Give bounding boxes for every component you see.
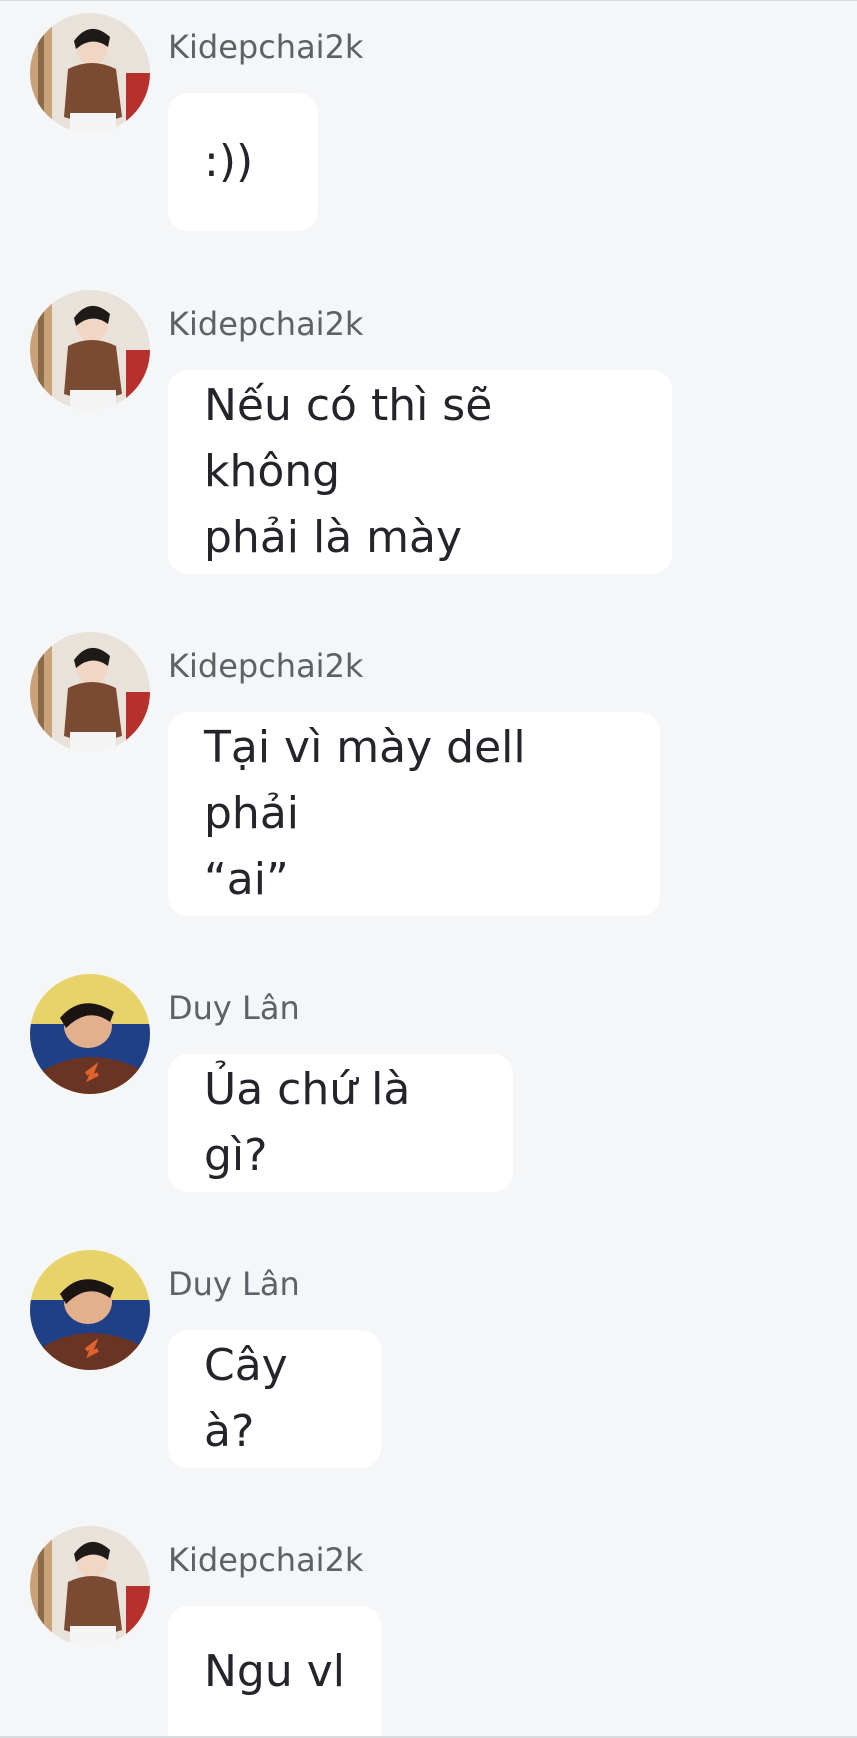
sender-name: Duy Lân xyxy=(168,1265,300,1303)
sender-name: Kidepchai2k xyxy=(168,1541,364,1579)
message-bubble[interactable]: :)) xyxy=(168,93,318,231)
message-bubble[interactable]: Ngu vl xyxy=(168,1606,381,1738)
kidepchai-avatar[interactable] xyxy=(30,13,150,133)
message-bubble[interactable]: Ủa chứ là gì? xyxy=(168,1054,513,1192)
sender-name: Duy Lân xyxy=(168,989,300,1027)
message-bubble[interactable]: Tại vì mày dell phải “ai” xyxy=(168,712,660,916)
kidepchai-avatar[interactable] xyxy=(30,1526,150,1646)
sender-name: Kidepchai2k xyxy=(168,28,364,66)
message-bubble[interactable]: Cây à? xyxy=(168,1330,381,1468)
duylan-avatar[interactable] xyxy=(30,1250,150,1370)
kidepchai-avatar[interactable] xyxy=(30,290,150,410)
top-divider xyxy=(0,0,857,1)
message-bubble[interactable]: Nếu có thì sẽ không phải là mày xyxy=(168,370,672,574)
duylan-avatar[interactable] xyxy=(30,974,150,1094)
sender-name: Kidepchai2k xyxy=(168,647,364,685)
sender-name: Kidepchai2k xyxy=(168,305,364,343)
kidepchai-avatar[interactable] xyxy=(30,632,150,752)
